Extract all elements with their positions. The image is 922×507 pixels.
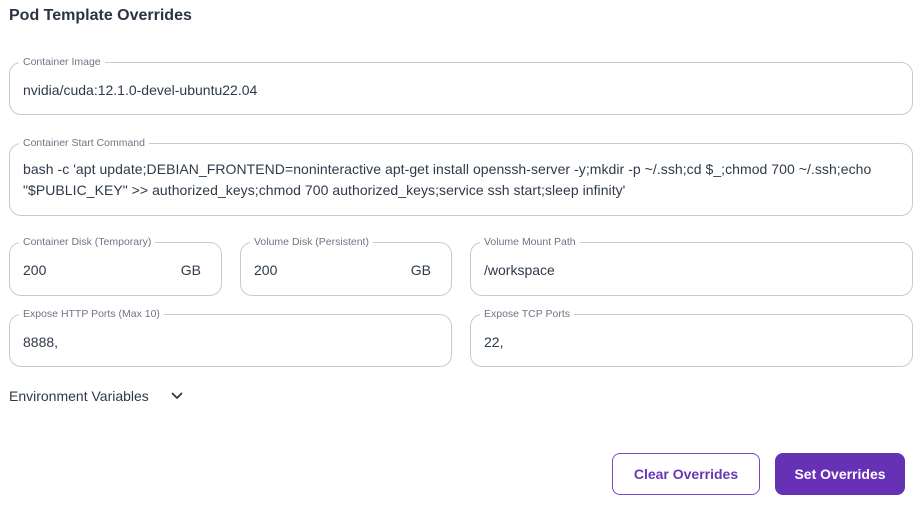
page-title: Pod Template Overrides (9, 7, 192, 24)
environment-variables-toggle[interactable]: Environment Variables (9, 388, 183, 404)
container-image-input[interactable]: nvidia/cuda:12.1.0-devel-ubuntu22.04 (23, 82, 900, 98)
http-ports-field[interactable]: Expose HTTP Ports (Max 10) 8888, (9, 308, 452, 367)
volume-mount-path-input[interactable]: /workspace (484, 262, 900, 278)
container-start-command-field[interactable]: Container Start Command bash -c 'apt upd… (9, 137, 913, 216)
container-disk-unit: GB (180, 262, 201, 278)
container-start-command-label: Container Start Command (19, 137, 149, 150)
http-ports-label: Expose HTTP Ports (Max 10) (19, 308, 164, 321)
volume-disk-unit: GB (410, 262, 431, 278)
environment-variables-label: Environment Variables (9, 388, 149, 404)
container-disk-input[interactable]: 200 (23, 262, 161, 278)
volume-mount-path-field[interactable]: Volume Mount Path /workspace (470, 236, 913, 296)
tcp-ports-input[interactable]: 22, (484, 334, 900, 350)
tcp-ports-field[interactable]: Expose TCP Ports 22, (470, 308, 913, 367)
volume-mount-path-label: Volume Mount Path (480, 236, 580, 249)
container-disk-field[interactable]: Container Disk (Temporary) 200 GB (9, 236, 222, 296)
http-ports-input[interactable]: 8888, (23, 334, 439, 350)
container-disk-label: Container Disk (Temporary) (19, 236, 156, 249)
container-image-field[interactable]: Container Image nvidia/cuda:12.1.0-devel… (9, 56, 913, 115)
volume-disk-label: Volume Disk (Persistent) (250, 236, 373, 249)
set-overrides-button[interactable]: Set Overrides (775, 453, 905, 495)
volume-disk-field[interactable]: Volume Disk (Persistent) 200 GB (240, 236, 452, 296)
pod-template-overrides-panel: Pod Template Overrides Container Image n… (0, 0, 922, 507)
container-start-command-input[interactable]: bash -c 'apt update;DEBIAN_FRONTEND=noni… (23, 159, 900, 201)
tcp-ports-label: Expose TCP Ports (480, 308, 574, 321)
volume-disk-input[interactable]: 200 (254, 262, 391, 278)
chevron-down-icon[interactable] (171, 392, 183, 400)
container-image-label: Container Image (19, 56, 105, 69)
clear-overrides-button[interactable]: Clear Overrides (612, 453, 760, 495)
